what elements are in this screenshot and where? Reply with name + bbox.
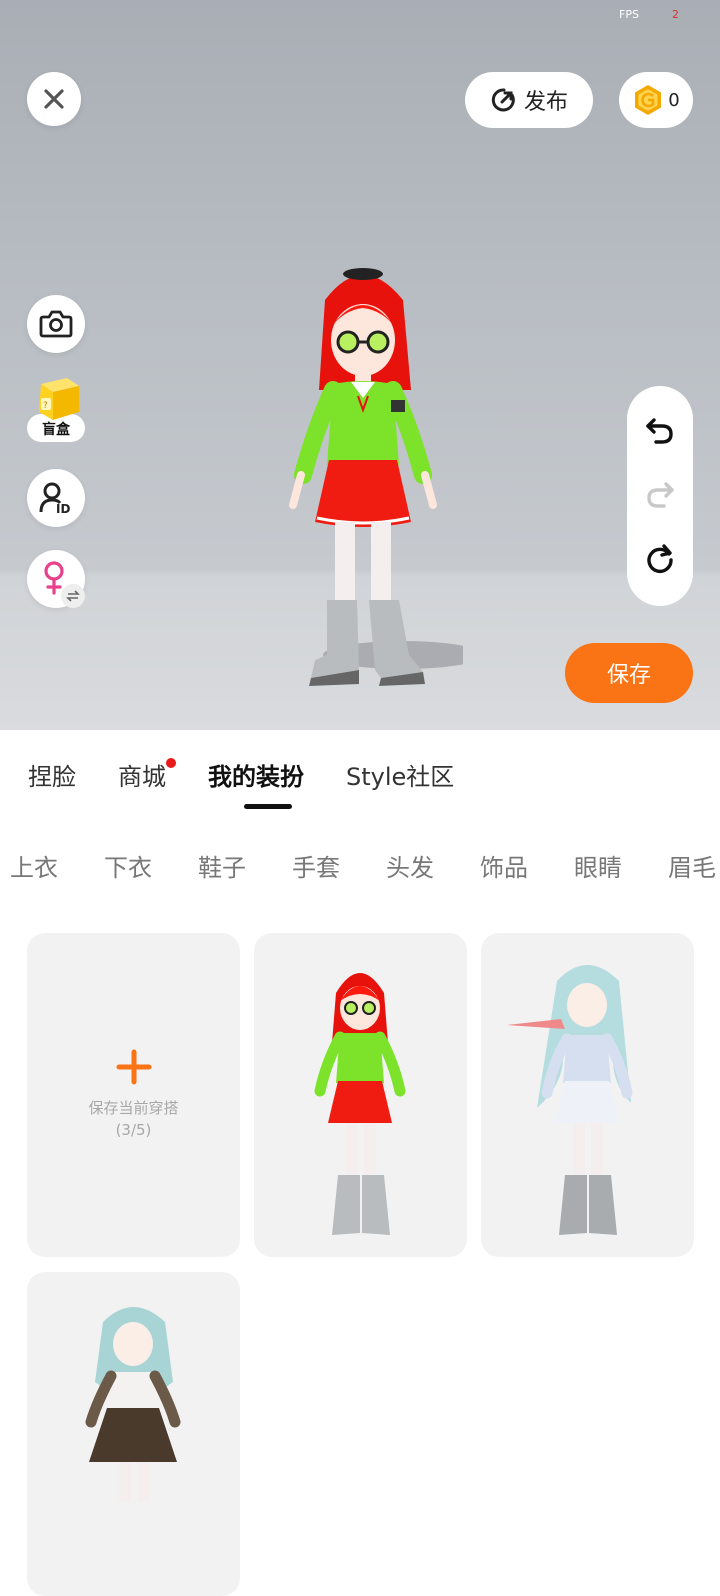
tab-my-outfits[interactable]: 我的装扮 [208, 760, 304, 794]
tab-style-community[interactable]: Style社区 [346, 760, 454, 794]
category-bar: 上衣 下衣 鞋子 手套 头发 饰品 眼睛 眉毛 [10, 848, 720, 884]
redo-button[interactable] [644, 478, 676, 514]
category-gloves[interactable]: 手套 [292, 848, 386, 884]
svg-text:ID: ID [56, 502, 70, 516]
tab-shop[interactable]: 商城 [118, 758, 176, 794]
main-tabs: 捏脸 商城 我的装扮 Style社区 [28, 758, 496, 800]
save-outfit-label: 保存当前穿搭 [88, 1099, 179, 1117]
publish-button[interactable]: 发布 [465, 72, 593, 128]
tab-my-outfits-label: 我的装扮 [208, 763, 304, 791]
notification-dot [166, 758, 176, 768]
active-tab-indicator [244, 804, 292, 809]
category-shoes[interactable]: 鞋子 [198, 848, 292, 884]
publish-label: 发布 [523, 90, 568, 115]
tab-shop-label: 商城 [118, 763, 166, 791]
tab-style-community-label: Style社区 [346, 763, 455, 791]
undo-button[interactable] [644, 414, 676, 450]
category-hair[interactable]: 头发 [386, 848, 480, 884]
outfit-thumbnail [85, 1307, 181, 1502]
close-icon [44, 89, 64, 109]
undo-icon [646, 418, 673, 444]
category-eyes[interactable]: 眼睛 [574, 848, 668, 884]
avatar-stage[interactable]: FPS 2 发布 0 盲盒 ? ID 保存 [0, 0, 720, 730]
category-tops[interactable]: 上衣 [10, 848, 104, 884]
svg-text:?: ? [43, 401, 48, 411]
tab-face[interactable]: 捏脸 [28, 760, 76, 794]
plus-icon [116, 1049, 152, 1089]
coin-count: 0 [668, 89, 680, 111]
close-button[interactable] [27, 72, 81, 126]
history-panel [627, 386, 693, 606]
fps-label: FPS [619, 8, 639, 21]
avatar-3d-model [289, 268, 463, 686]
coin-balance[interactable]: 0 [619, 72, 693, 128]
outfit-card-3[interactable] [27, 1272, 240, 1596]
save-button[interactable]: 保存 [565, 643, 693, 703]
reset-icon [647, 544, 673, 573]
redo-icon [647, 482, 674, 508]
category-accessories[interactable]: 饰品 [480, 848, 574, 884]
outfit-thumbnail [507, 965, 633, 1235]
outfit-card-1[interactable] [254, 933, 467, 1257]
camera-icon [39, 310, 73, 338]
category-eyebrows[interactable]: 眉毛 [668, 848, 720, 884]
blindbox-icon: ? [39, 378, 79, 420]
fps-value: 2 [672, 8, 679, 21]
coin-icon [635, 85, 662, 115]
swap-icon [61, 584, 85, 608]
outfit-count: (3/5) [115, 1121, 152, 1139]
avatar-id-icon: ID [39, 482, 70, 516]
save-current-outfit-card[interactable]: 保存当前穿搭 (3/5) [27, 933, 240, 1257]
category-bottoms[interactable]: 下衣 [104, 848, 198, 884]
publish-icon [491, 88, 515, 112]
avatar-id-button[interactable]: ID [27, 469, 85, 527]
camera-button[interactable] [27, 295, 85, 353]
blindbox-label: 盲盒 [42, 422, 70, 438]
tab-face-label: 捏脸 [28, 763, 76, 791]
blindbox-button[interactable]: 盲盒 ? [27, 376, 85, 446]
gender-switch-button[interactable] [27, 550, 85, 608]
reset-button[interactable] [644, 542, 676, 578]
outfit-card-2[interactable] [481, 933, 694, 1257]
outfit-thumbnail [314, 973, 406, 1235]
